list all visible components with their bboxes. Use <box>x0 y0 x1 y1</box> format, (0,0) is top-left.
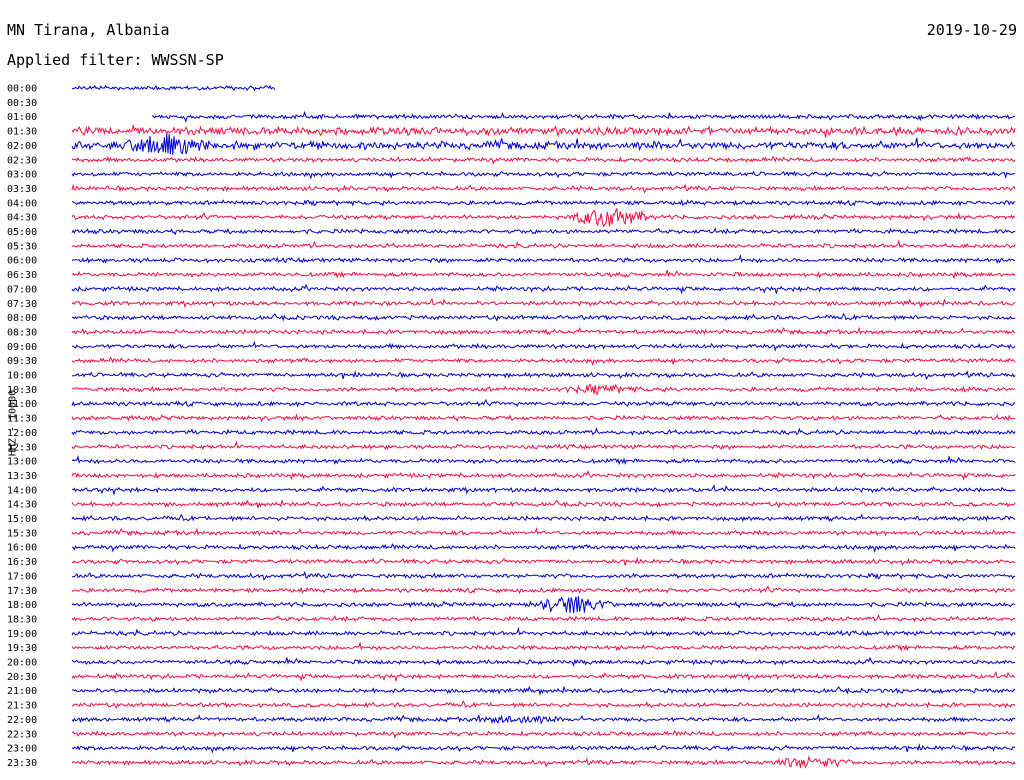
time-label: 17:00 <box>7 571 37 582</box>
time-label: 04:30 <box>7 213 37 224</box>
station-title: MN Tirana, Albania <box>7 21 170 39</box>
time-label: 19:00 <box>7 629 37 640</box>
time-label: 09:00 <box>7 342 37 353</box>
time-label: 14:00 <box>7 485 37 496</box>
seismic-trace <box>71 755 1016 769</box>
seismic-trace <box>71 596 1016 614</box>
channel-axis-label: HHZ - 10000 <box>7 389 19 457</box>
date-label: 2019-10-29 <box>926 21 1017 39</box>
seismic-trace <box>71 198 1016 207</box>
seismic-trace <box>71 470 1016 482</box>
seismic-trace <box>72 685 1016 696</box>
time-label: 22:30 <box>7 729 37 740</box>
time-label: 16:30 <box>7 557 37 568</box>
seismic-trace <box>71 254 1016 265</box>
seismic-trace <box>71 513 1016 523</box>
time-label: 08:00 <box>7 313 37 324</box>
seismic-trace <box>71 700 1016 710</box>
time-label: 00:30 <box>7 98 37 109</box>
seismic-trace <box>71 269 1016 280</box>
seismic-trace <box>71 556 1016 566</box>
time-label: 04:00 <box>7 198 37 209</box>
time-label: 22:00 <box>7 715 37 726</box>
time-label: 13:30 <box>7 471 37 482</box>
seismic-trace <box>71 570 1016 581</box>
seismic-trace <box>71 413 1016 423</box>
time-label: 20:30 <box>7 672 37 683</box>
time-label: 01:00 <box>7 112 37 123</box>
time-label: 07:00 <box>7 284 37 295</box>
seismic-trace <box>71 454 1016 466</box>
time-label: 09:30 <box>7 356 37 367</box>
time-label: 06:30 <box>7 270 37 281</box>
time-label: 18:00 <box>7 600 37 611</box>
seismic-trace <box>71 155 1016 165</box>
seismic-trace <box>71 656 1016 668</box>
time-label: 05:30 <box>7 241 37 252</box>
seismic-trace <box>71 283 1016 295</box>
time-label: 02:30 <box>7 155 37 166</box>
seismic-trace <box>71 170 1016 180</box>
seismic-trace <box>71 124 1016 138</box>
seismic-trace <box>71 208 1016 228</box>
time-label: 08:30 <box>7 327 37 338</box>
seismic-trace <box>71 729 1016 739</box>
filter-label: Applied filter: WWSSN-SP <box>7 51 224 69</box>
time-label: 07:30 <box>7 299 37 310</box>
seismic-trace <box>71 613 1016 623</box>
seismic-trace <box>71 398 1016 408</box>
seismic-trace <box>71 743 1016 754</box>
seismic-trace <box>71 713 1016 725</box>
seismic-trace <box>71 440 1016 451</box>
seismic-trace <box>71 183 1016 194</box>
seismic-trace <box>71 527 1016 537</box>
seismic-trace <box>71 626 1016 637</box>
time-label: 03:30 <box>7 184 37 195</box>
seismic-trace <box>71 239 1016 250</box>
seismic-trace <box>151 110 1016 123</box>
time-label: 13:00 <box>7 457 37 468</box>
time-label: 23:30 <box>7 758 37 769</box>
seismic-trace <box>71 133 1016 155</box>
time-label: 15:00 <box>7 514 37 525</box>
seismic-trace <box>71 484 1016 495</box>
time-label: 20:00 <box>7 658 37 669</box>
traces <box>71 84 1016 769</box>
time-label: 05:00 <box>7 227 37 238</box>
seismic-trace <box>71 543 1016 553</box>
time-label: 18:30 <box>7 614 37 625</box>
time-label: 21:00 <box>7 686 37 697</box>
seismic-trace <box>71 383 1016 395</box>
seismic-trace <box>71 356 1016 367</box>
seismic-trace <box>71 585 1016 595</box>
seismic-trace <box>71 227 1016 236</box>
time-label: 17:30 <box>7 586 37 597</box>
time-label: 10:00 <box>7 371 37 382</box>
time-label: 03:00 <box>7 170 37 181</box>
seismogram-plot: 00:00 00:30 01:00 01:30 02:00 02:30 03:00 03:30… <box>7 84 1016 769</box>
seismic-trace <box>71 312 1016 322</box>
time-label: 16:00 <box>7 543 37 554</box>
time-label: 19:30 <box>7 643 37 654</box>
seismic-trace <box>71 427 1016 436</box>
seismic-trace <box>71 499 1016 510</box>
seismic-trace <box>71 340 1016 352</box>
seismic-trace <box>71 84 276 92</box>
time-label: 00:00 <box>7 84 37 95</box>
seismic-trace <box>71 326 1016 336</box>
time-label: 02:00 <box>7 141 37 152</box>
seismic-trace <box>71 369 1016 380</box>
time-label: 06:00 <box>7 256 37 267</box>
time-label: 14:30 <box>7 500 37 511</box>
time-label: 21:30 <box>7 701 37 712</box>
seismic-trace <box>71 641 1016 652</box>
seismic-trace <box>71 297 1016 309</box>
time-label: 15:30 <box>7 528 37 539</box>
time-label: 23:00 <box>7 744 37 755</box>
seismic-trace <box>71 670 1016 682</box>
time-label: 01:30 <box>7 127 37 138</box>
